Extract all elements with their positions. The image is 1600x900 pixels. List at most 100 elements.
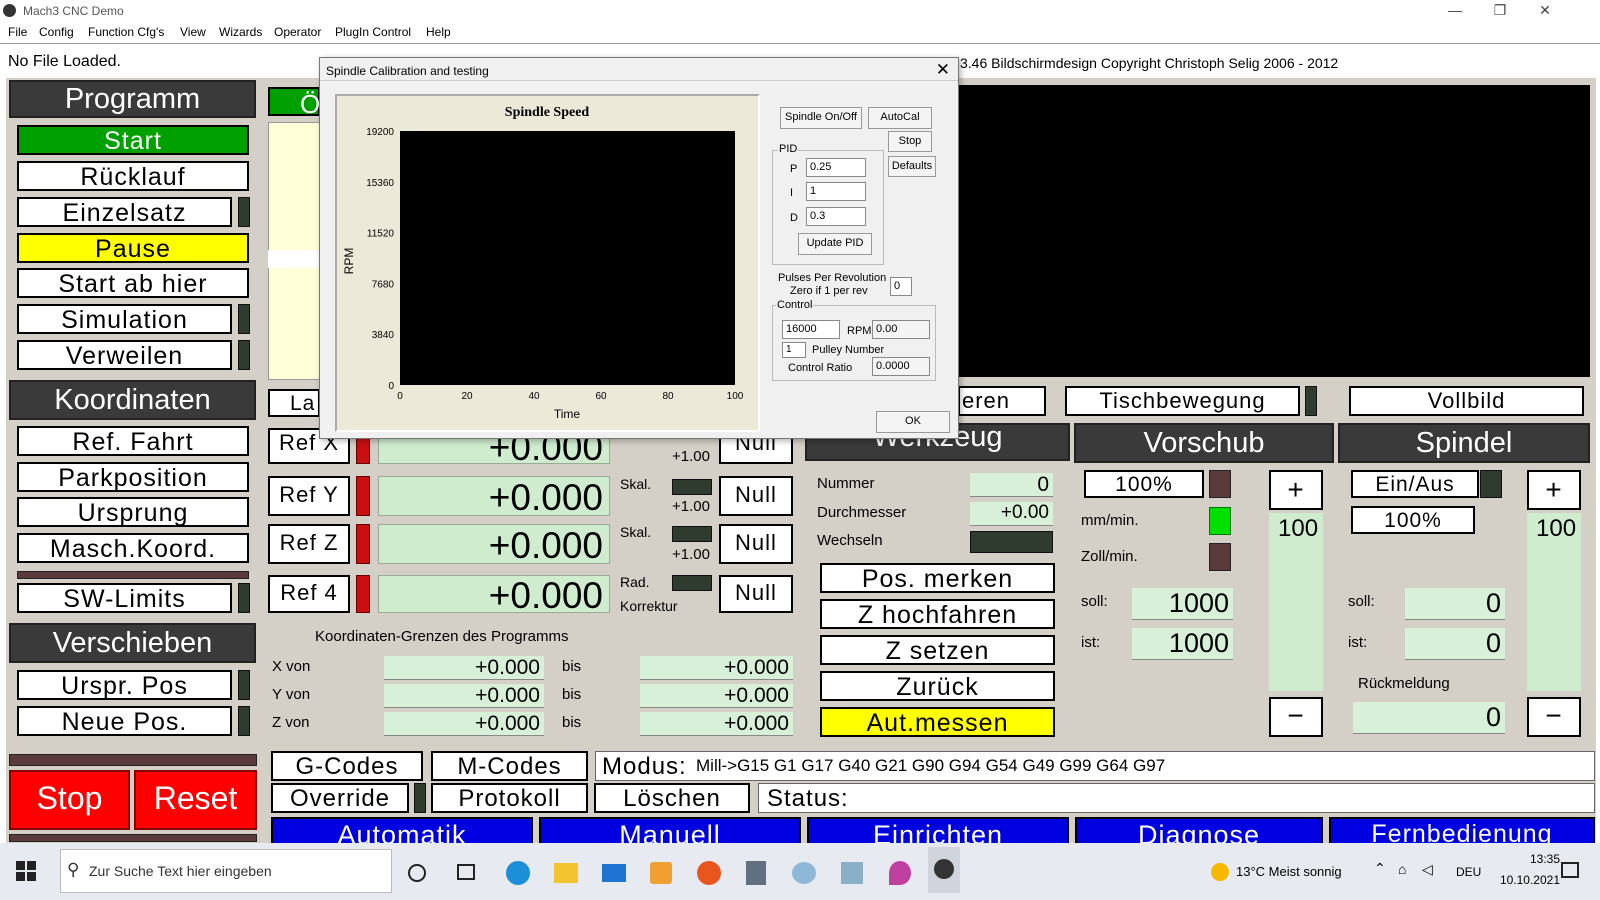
start-button[interactable]: Start — [17, 125, 249, 155]
menu-plugin-control[interactable]: PlugIn Control — [335, 25, 411, 39]
menu-file[interactable]: File — [8, 25, 27, 39]
protokoll-button[interactable]: Protokoll — [431, 783, 588, 813]
windows-start-icon[interactable] — [16, 861, 36, 881]
taskbar-search-box[interactable]: ⚲ Zur Suche Text hier eingeben — [60, 849, 392, 893]
ursprung-button[interactable]: Ursprung — [17, 497, 249, 527]
pos-merken-button[interactable]: Pos. merken — [820, 563, 1055, 593]
spindel-einaus-button[interactable]: Ein/Aus — [1351, 470, 1479, 498]
spindel-percent-button[interactable]: 100% — [1351, 506, 1475, 534]
dialog-close-button[interactable]: ✕ — [936, 60, 950, 80]
spindel-minus-button[interactable]: − — [1527, 697, 1581, 737]
maximize-button[interactable]: ❐ — [1485, 2, 1515, 19]
i-input[interactable]: 1 — [806, 182, 866, 201]
pause-button[interactable]: Pause — [17, 233, 249, 263]
stop-calibration-button[interactable]: Stop — [888, 131, 932, 152]
vollbild-button[interactable]: Vollbild — [1349, 386, 1584, 416]
ref-z-button[interactable]: Ref Z — [268, 524, 350, 564]
ref-4-button[interactable]: Ref 4 — [268, 575, 350, 613]
notification-icon[interactable] — [1561, 862, 1579, 878]
spindel-plus-button[interactable]: + — [1527, 470, 1581, 510]
firefox-icon[interactable] — [697, 861, 721, 885]
neue-pos-button[interactable]: Neue Pos. — [17, 706, 232, 736]
y-null-button[interactable]: Null — [719, 476, 793, 516]
stop-button[interactable]: Stop — [9, 770, 130, 830]
file-explorer-icon[interactable] — [554, 863, 578, 883]
mach3-task-button[interactable] — [928, 847, 960, 893]
clock-time[interactable]: 13:35 — [1500, 852, 1560, 866]
menu-wizards[interactable]: Wizards — [219, 25, 262, 39]
verweilen-button[interactable]: Verweilen — [17, 340, 232, 370]
update-pid-button[interactable]: Update PID — [798, 233, 872, 255]
weather-text[interactable]: 13°C Meist sonnig — [1236, 864, 1342, 879]
ppr-input[interactable]: 0 — [890, 277, 912, 296]
menu-config[interactable]: Config — [39, 25, 74, 39]
speaker-icon[interactable]: ◁ — [1422, 861, 1433, 878]
clock-date[interactable]: 10.10.2021 — [1488, 873, 1560, 887]
p-input[interactable]: 0.25 — [806, 158, 866, 177]
lauf-button[interactable]: La — [268, 389, 320, 417]
control-rpm-input[interactable]: 16000 — [782, 320, 840, 339]
m-codes-button[interactable]: M-Codes — [431, 751, 588, 781]
ruecklauf-button[interactable]: Rücklauf — [17, 161, 249, 191]
menu-function-cfgs[interactable]: Function Cfg's — [88, 25, 164, 39]
spindle-onoff-button[interactable]: Spindle On/Off — [780, 107, 862, 129]
menu-help[interactable]: Help — [426, 25, 451, 39]
tischbewegung-button[interactable]: Tischbewegung — [1065, 386, 1300, 416]
vorschub-minus-button[interactable]: − — [1269, 697, 1323, 737]
autocal-button[interactable]: AutoCal — [868, 107, 932, 129]
toolpath-display[interactable] — [958, 85, 1590, 377]
masch-koord-button[interactable]: Masch.Koord. — [17, 533, 249, 563]
einzelsatz-button[interactable]: Einzelsatz — [17, 197, 232, 227]
y-position-readout[interactable]: +0.000 — [378, 476, 610, 516]
zurueck-button[interactable]: Zurück — [820, 671, 1055, 701]
spindel-soll-value[interactable]: 0 — [1405, 588, 1505, 620]
design-app-icon[interactable] — [889, 861, 911, 885]
vorschub-soll-value[interactable]: 1000 — [1132, 588, 1233, 620]
media-player-icon[interactable] — [650, 862, 672, 884]
loeschen-button[interactable]: Löschen — [594, 783, 750, 813]
weather-icon[interactable] — [1211, 863, 1229, 881]
task-view-icon[interactable] — [408, 864, 426, 882]
oeffnen-button[interactable]: Ö — [268, 87, 320, 119]
urspr-pos-button[interactable]: Urspr. Pos — [17, 670, 232, 700]
z-setzen-button[interactable]: Z setzen — [820, 635, 1055, 665]
g-codes-button[interactable]: G-Codes — [271, 751, 423, 781]
z-hochfahren-button[interactable]: Z hochfahren — [820, 599, 1055, 629]
tray-chevron-icon[interactable]: ⌃ — [1374, 860, 1386, 877]
close-window-button[interactable]: ✕ — [1530, 2, 1560, 19]
start-ab-hier-button[interactable]: Start ab hier — [17, 268, 249, 298]
a-null-button[interactable]: Null — [719, 575, 793, 613]
menu-operator[interactable]: Operator — [274, 25, 321, 39]
paint-icon[interactable] — [792, 862, 816, 884]
widgets-icon[interactable] — [457, 864, 475, 880]
z-position-readout[interactable]: +0.000 — [378, 524, 610, 564]
ref-y-button[interactable]: Ref Y — [268, 476, 350, 516]
vorschub-percent-button[interactable]: 100% — [1084, 470, 1204, 498]
reset-button[interactable]: Reset — [134, 770, 257, 830]
app-icon[interactable] — [841, 862, 863, 884]
pulley-input[interactable]: 1 — [782, 342, 806, 358]
ok-button[interactable]: OK — [876, 411, 950, 433]
ref-fahrt-button[interactable]: Ref. Fahrt — [17, 426, 249, 456]
simulation-button[interactable]: Simulation — [17, 304, 232, 334]
mail-icon[interactable] — [602, 864, 626, 882]
regenerieren-button[interactable]: eren — [958, 386, 1046, 416]
d-input[interactable]: 0.3 — [806, 207, 866, 226]
vorschub-plus-button[interactable]: + — [1269, 470, 1323, 510]
menu-view[interactable]: View — [180, 25, 206, 39]
aut-messen-button[interactable]: Aut.messen — [820, 707, 1055, 737]
language-indicator[interactable]: DEU — [1456, 865, 1481, 879]
minimize-button[interactable]: — — [1440, 2, 1470, 18]
network-icon[interactable]: ⌂ — [1398, 861, 1406, 877]
parkposition-button[interactable]: Parkposition — [17, 462, 249, 492]
calculator-icon[interactable] — [746, 861, 766, 885]
tool-durchmesser-value[interactable]: +0.00 — [970, 502, 1053, 526]
chart-x-tick-4: 80 — [662, 391, 674, 402]
a-position-readout[interactable]: +0.000 — [378, 575, 610, 614]
override-button[interactable]: Override — [271, 783, 409, 813]
z-null-button[interactable]: Null — [719, 524, 793, 564]
defaults-button[interactable]: Defaults — [888, 156, 936, 177]
sw-limits-button[interactable]: SW-Limits — [17, 583, 232, 613]
tool-nummer-value[interactable]: 0 — [970, 473, 1053, 497]
edge-icon[interactable] — [506, 861, 530, 885]
